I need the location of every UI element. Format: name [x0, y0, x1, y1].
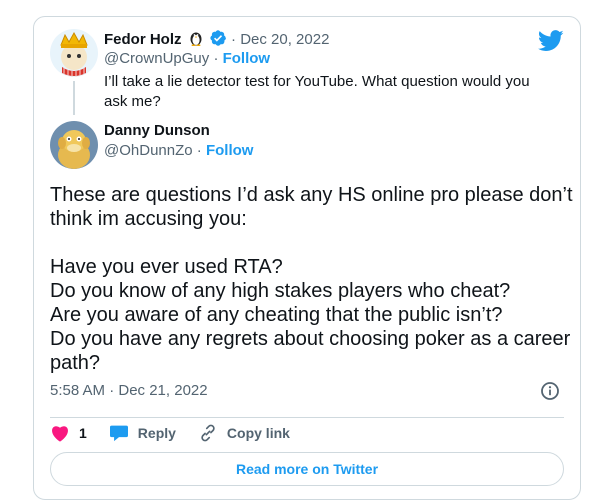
parent-tweet-text: I’ll take a lie detector test for YouTub…	[104, 73, 530, 110]
reply-handle-row: @OhDunnZo · Follow	[104, 141, 253, 161]
like-count: 1	[79, 425, 87, 441]
author-handle[interactable]: @CrownUpGuy	[104, 50, 209, 67]
follow-button[interactable]: Follow	[223, 50, 271, 67]
reply-button[interactable]: Reply	[109, 424, 176, 442]
read-more-button[interactable]: Read more on Twitter	[50, 452, 564, 486]
info-icon[interactable]	[540, 381, 560, 401]
avatar[interactable]	[50, 29, 98, 77]
avatar[interactable]	[50, 121, 98, 169]
action-bar: 1 Reply Copy link	[50, 421, 312, 445]
link-icon	[201, 424, 215, 442]
copy-link-label: Copy link	[226, 425, 290, 441]
divider	[50, 417, 564, 418]
reply-label: Reply	[137, 425, 176, 441]
reply-tweet-text: These are questions I’d ask any HS onlin…	[50, 184, 573, 374]
heart-icon	[52, 426, 68, 442]
parent-date[interactable]: Dec 20, 2022	[240, 31, 329, 48]
like-button[interactable]: 1	[50, 424, 87, 442]
embedded-tweet-card: Fedor Holz · Dec 20, 2022 @CrownUpGuy · …	[33, 16, 581, 500]
reply-bubble-icon	[109, 425, 128, 442]
parent-handle-row: @CrownUpGuy · Follow	[104, 49, 270, 69]
author-handle[interactable]: @OhDunnZo	[104, 142, 193, 159]
read-more-label: Read more on Twitter	[235, 461, 379, 477]
tweet-timestamp[interactable]: 5:58 AM · Dec 21, 2022	[50, 381, 208, 401]
author-name[interactable]: Danny Dunson	[104, 122, 210, 139]
copy-link-button[interactable]: Copy link	[198, 423, 290, 443]
separator-dot: ·	[231, 31, 237, 48]
reply-name-row: Danny Dunson	[104, 121, 210, 141]
twitter-bird-icon[interactable]	[538, 30, 564, 52]
author-name[interactable]: Fedor Holz	[104, 31, 182, 48]
separator-dot: ·	[196, 142, 202, 159]
follow-button[interactable]: Follow	[206, 142, 254, 159]
thread-connector-line	[73, 81, 75, 115]
separator-dot: ·	[213, 50, 219, 67]
